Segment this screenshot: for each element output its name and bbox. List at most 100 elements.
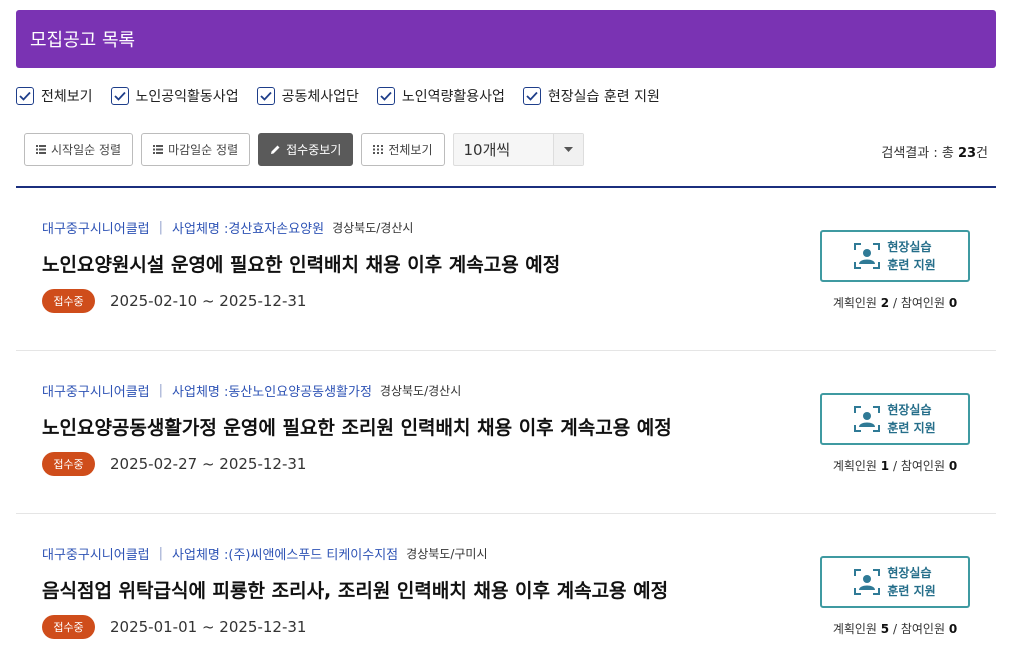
post-meta: 대구중구시니어클럽 | 사업체명 : 동산노인요양공동생활가정 경상북도/경산시: [42, 381, 461, 400]
recruit-period: 2025-01-01 ~ 2025-12-31: [110, 618, 307, 636]
list-item[interactable]: 대구중구시니어클럽 | 사업체명 : 경산효자손요양원 경상북도/경산시 노인요…: [16, 188, 996, 351]
list-item[interactable]: 대구중구시니어클럽 | 사업체명 : (주)씨앤에스푸드 티케이수지점 경상북도…: [16, 514, 996, 671]
meta-separator: |: [158, 383, 164, 398]
checkbox-checked-icon[interactable]: [110, 87, 129, 105]
filter-public-service[interactable]: 노인공익활동사업: [110, 86, 239, 106]
search-result-count: 검색결과 : 총 23건: [881, 142, 988, 161]
category-filters: 전체보기 노인공익활동사업 공동체사업단 노인역량활용사업 현장실습 훈련 지원: [16, 84, 678, 108]
post-status-row: 접수중 2025-02-27 ~ 2025-12-31: [42, 452, 306, 476]
badge-text: 현장실습훈련 지원: [887, 401, 935, 437]
post-meta: 대구중구시니어클럽 | 사업체명 : 경산효자손요양원 경상북도/경산시: [42, 218, 413, 237]
post-title[interactable]: 음식점업 위탁급식에 피룡한 조리사, 조리원 인력배치 채용 이후 계속고용 …: [42, 576, 668, 603]
badge-line1: 현장실습: [887, 566, 932, 580]
result-prefix: 검색결과 : 총: [881, 146, 958, 161]
plan-label: 계획인원: [832, 459, 881, 473]
join-count: 0: [948, 296, 958, 310]
post-status-row: 접수중 2025-01-01 ~ 2025-12-31: [42, 615, 306, 639]
status-badge: 접수중: [42, 289, 95, 313]
filter-field-training[interactable]: 현장실습 훈련 지원: [522, 86, 660, 106]
badge-line1: 현장실습: [887, 403, 932, 417]
page-size-value: 10개씩: [463, 141, 511, 159]
region: 경상북도/구미시: [406, 547, 488, 561]
meta-separator: |: [158, 220, 164, 235]
plan-count: 1: [880, 459, 890, 473]
page-title: 모집공고 목록: [30, 30, 136, 51]
region: 경상북도/경산시: [379, 384, 462, 398]
person-focus-icon: [854, 243, 881, 269]
join-label: / 참여인원: [889, 296, 949, 310]
filter-competency[interactable]: 노인역량활용사업: [376, 86, 505, 106]
filter-all[interactable]: 전체보기: [16, 86, 93, 106]
club-name: 대구중구시니어클럽: [42, 222, 150, 237]
button-label: 전체보기: [388, 143, 433, 157]
filter-label: 노인역량활용사업: [401, 89, 505, 105]
caret-down-icon: [552, 134, 583, 165]
headcount: 계획인원 5 / 참여인원 0: [820, 620, 970, 637]
plan-count: 5: [880, 622, 890, 636]
list-icon: [36, 145, 46, 154]
post-status-row: 접수중 2025-02-10 ~ 2025-12-31: [42, 289, 306, 313]
status-badge: 접수중: [42, 615, 95, 639]
person-focus-icon: [854, 569, 881, 595]
checkbox-checked-icon[interactable]: [522, 87, 541, 105]
join-count: 0: [948, 459, 958, 473]
result-suffix: 건: [976, 146, 988, 161]
filter-label: 현장실습 훈련 지원: [547, 89, 660, 105]
person-focus-icon: [854, 406, 881, 432]
badge-line2: 훈련 지원: [887, 258, 936, 272]
list-item[interactable]: 대구중구시니어클럽 | 사업체명 : 동산노인요양공동생활가정 경상북도/경산시…: [16, 351, 996, 514]
business-name: 경산효자손요양원: [228, 222, 325, 237]
page-size-select[interactable]: 10개씩: [452, 133, 584, 166]
business-label: 사업체명 :: [172, 385, 229, 400]
post-title[interactable]: 노인요양원시설 운영에 필요한 인력배치 채용 이후 계속고용 예정: [42, 250, 560, 277]
badge-line1: 현장실습: [887, 240, 932, 254]
list-toolbar: 시작일순 정렬 마감일순 정렬 접수중보기 전체보기 10개씩: [24, 133, 584, 166]
show-accepting-button[interactable]: 접수중보기: [258, 133, 354, 166]
field-training-badge: 현장실습훈련 지원: [820, 230, 970, 282]
join-count: 0: [948, 622, 958, 636]
field-training-badge: 현장실습훈련 지원: [820, 556, 970, 608]
view-all-button[interactable]: 전체보기: [361, 133, 445, 166]
status-badge: 접수중: [42, 452, 95, 476]
plan-label: 계획인원: [832, 296, 881, 310]
plan-count: 2: [880, 296, 890, 310]
sort-by-deadline-button[interactable]: 마감일순 정렬: [141, 133, 251, 166]
region: 경상북도/경산시: [332, 221, 414, 235]
filter-label: 전체보기: [41, 89, 93, 105]
field-training-badge: 현장실습훈련 지원: [820, 393, 970, 445]
button-label: 접수중보기: [286, 143, 342, 157]
badge-line2: 훈련 지원: [887, 584, 936, 598]
button-label: 마감일순 정렬: [168, 143, 239, 157]
filter-label: 공동체사업단: [281, 89, 359, 105]
club-name: 대구중구시니어클럽: [42, 385, 150, 400]
plan-label: 계획인원: [832, 622, 881, 636]
checkbox-checked-icon[interactable]: [256, 87, 275, 105]
sort-by-start-button[interactable]: 시작일순 정렬: [24, 133, 134, 166]
business-label: 사업체명 :: [172, 222, 229, 237]
badge-text: 현장실습훈련 지원: [887, 564, 935, 600]
join-label: / 참여인원: [889, 622, 949, 636]
recruit-period: 2025-02-27 ~ 2025-12-31: [110, 455, 307, 473]
badge-text: 현장실습훈련 지원: [887, 238, 935, 274]
grid-icon: [373, 145, 384, 154]
page-header: 모집공고 목록: [16, 10, 996, 68]
post-meta: 대구중구시니어클럽 | 사업체명 : (주)씨앤에스푸드 티케이수지점 경상북도…: [42, 544, 487, 563]
post-title[interactable]: 노인요양공동생활가정 운영에 필요한 조리원 인력배치 채용 이후 계속고용 예…: [42, 413, 672, 440]
headcount: 계획인원 2 / 참여인원 0: [820, 294, 970, 311]
list-icon: [153, 145, 164, 154]
result-count: 23: [957, 146, 977, 161]
filter-community-business[interactable]: 공동체사업단: [256, 86, 359, 106]
button-label: 시작일순 정렬: [51, 143, 122, 157]
business-name: (주)씨앤에스푸드 티케이수지점: [228, 548, 399, 563]
filter-label: 노인공익활동사업: [135, 89, 239, 105]
checkbox-checked-icon[interactable]: [16, 87, 34, 105]
meta-separator: |: [158, 546, 164, 561]
badge-line2: 훈련 지원: [887, 421, 936, 435]
join-label: / 참여인원: [889, 459, 949, 473]
business-label: 사업체명 :: [172, 548, 229, 563]
headcount: 계획인원 1 / 참여인원 0: [820, 457, 970, 474]
pencil-icon: [270, 144, 281, 155]
checkbox-checked-icon[interactable]: [376, 87, 395, 105]
business-name: 동산노인요양공동생활가정: [228, 385, 372, 400]
recruit-period: 2025-02-10 ~ 2025-12-31: [110, 292, 307, 310]
